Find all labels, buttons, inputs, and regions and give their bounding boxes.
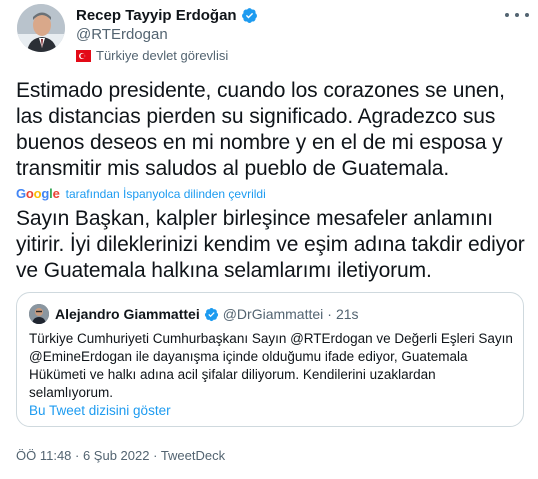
original-tweet-text: Sayın Başkan, kalpler birleşince mesafel…	[16, 207, 525, 282]
author-affiliation: Türkiye devlet görevlisi	[76, 48, 228, 63]
tweet-time[interactable]: ÖÖ 11:48	[16, 448, 71, 463]
verified-badge-icon	[204, 307, 218, 321]
translation-attribution[interactable]: Google tarafından İspanyolca dilinden çe…	[16, 186, 266, 201]
turkey-flag-icon	[76, 49, 91, 62]
author-name-row: Recep Tayyip Erdoğan	[76, 5, 258, 25]
quoted-tweet[interactable]: Alejandro Giammattei @DrGiammattei · 21s…	[16, 292, 524, 427]
quoted-display-name[interactable]: Alejandro Giammattei	[55, 306, 200, 322]
google-logo: Google	[16, 186, 60, 201]
quoted-header: Alejandro Giammattei @DrGiammattei · 21s	[55, 306, 359, 322]
author-avatar[interactable]	[17, 4, 65, 52]
quoted-handle[interactable]: @DrGiammattei	[223, 306, 324, 322]
meta-separator: ·	[71, 448, 83, 463]
quoted-author-photo	[29, 304, 49, 324]
translated-tweet-text: Estimado presidente, cuando los corazone…	[16, 79, 505, 180]
tweet-card: Recep Tayyip Erdoğan @RTErdogan Türkiye …	[0, 0, 538, 479]
author-handle[interactable]: @RTErdogan	[76, 26, 168, 43]
author-display-name[interactable]: Recep Tayyip Erdoğan	[76, 7, 237, 24]
quoted-separator: ·	[327, 306, 332, 322]
tweet-metadata: ÖÖ 11:48 · 6 Şub 2022 · TweetDeck	[16, 448, 225, 463]
translation-note: tarafından İspanyolca dilinden çevrildi	[65, 186, 266, 201]
author-photo	[17, 4, 65, 52]
more-options-icon[interactable]	[505, 6, 529, 24]
tweet-date[interactable]: 6 Şub 2022	[83, 448, 150, 463]
tweet-source[interactable]: TweetDeck	[161, 448, 225, 463]
quoted-timestamp[interactable]: 21s	[336, 306, 359, 322]
verified-badge-icon	[241, 7, 257, 23]
affiliation-label: Türkiye devlet görevlisi	[96, 48, 229, 63]
quoted-tweet-text: Türkiye Cumhuriyeti Cumhurbaşkanı Sayın …	[29, 331, 513, 400]
quoted-author-avatar[interactable]	[29, 304, 49, 324]
show-thread-link[interactable]: Bu Tweet dizisini göster	[29, 403, 171, 418]
meta-separator: ·	[149, 448, 161, 463]
